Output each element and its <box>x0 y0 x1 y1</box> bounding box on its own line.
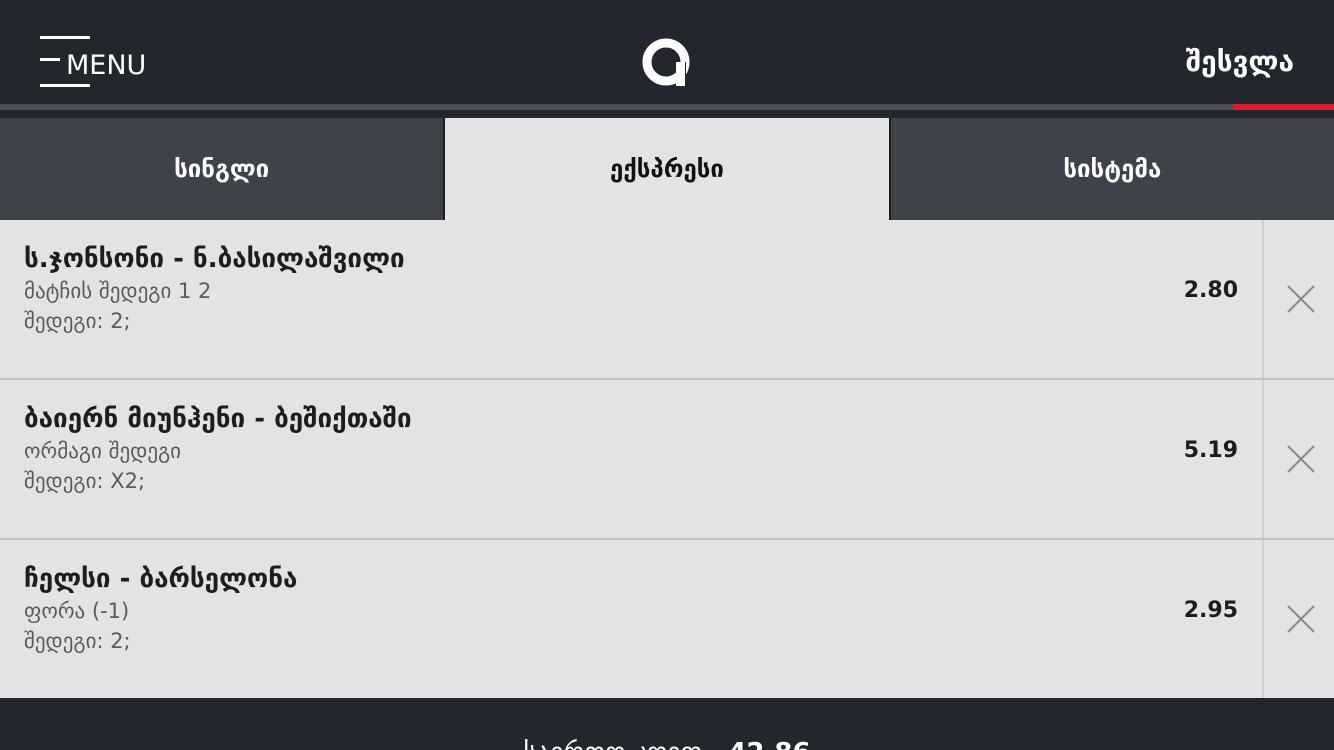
bet-outcome: შედეგი: 2; <box>24 309 131 333</box>
bet-outcome: შედეგი: X2; <box>24 469 146 493</box>
bet-details: ბაიერნ მიუნჰენი - ბეშიქთაში ორმაგი შედეგ… <box>24 402 412 496</box>
betslip-footer: საერთო კოეფ. 42.86 <box>0 698 1334 750</box>
bet-odds: 2.95 <box>1183 598 1238 623</box>
bet-odds: 5.19 <box>1183 438 1238 463</box>
total-odds-label: საერთო კოეფ. <box>523 738 710 750</box>
bet-market: ფორა (-1) <box>24 599 130 623</box>
total-odds: საერთო კოეფ. 42.86 <box>0 738 1334 750</box>
tab-single[interactable]: სინგლი <box>0 118 444 220</box>
remove-bet-button[interactable] <box>1262 220 1334 378</box>
bet-type-tabs: სინგლი ექსპრესი სისტემა <box>0 118 1334 220</box>
bet-match: ჩელსი - ბარსელონა <box>24 564 298 594</box>
bet-item: ჩელსი - ბარსელონა ფორა (-1) შედეგი: 2; 2… <box>0 540 1334 698</box>
menu-label: MENU <box>66 50 147 81</box>
login-button[interactable]: შესვლა <box>1186 42 1294 82</box>
menu-button[interactable]: MENU <box>40 36 160 90</box>
bet-market: მატჩის შედეგი 1 2 <box>24 279 212 303</box>
close-icon <box>1287 445 1315 473</box>
bet-market: ორმაგი შედეგი <box>24 439 182 463</box>
bet-list: ს.ჯონსონი - ნ.ბასილაშვილი მატჩის შედეგი … <box>0 220 1334 698</box>
bet-match: ბაიერნ მიუნჰენი - ბეშიქთაში <box>24 404 412 434</box>
bet-odds: 2.80 <box>1183 278 1238 303</box>
bet-details: ჩელსი - ბარსელონა ფორა (-1) შედეგი: 2; <box>24 562 297 656</box>
tab-express[interactable]: ექსპრესი <box>445 118 889 220</box>
total-odds-value: 42.86 <box>728 738 810 750</box>
close-icon <box>1287 605 1315 633</box>
top-header: MENU შესვლა <box>0 0 1334 104</box>
bet-match: ს.ჯონსონი - ნ.ბასილაშვილი <box>24 244 405 274</box>
brand-logo-icon[interactable] <box>639 33 695 89</box>
close-icon <box>1287 285 1315 313</box>
tab-system[interactable]: სისტემა <box>890 118 1334 220</box>
bet-item: ს.ჯონსონი - ნ.ბასილაშვილი მატჩის შედეგი … <box>0 220 1334 380</box>
betslip-screen: MENU შესვლა სინგლი ექსპრესი სისტემა ს.ჯო… <box>0 0 1334 750</box>
header-spacer <box>0 110 1334 118</box>
remove-bet-button[interactable] <box>1262 540 1334 698</box>
bet-outcome: შედეგი: 2; <box>24 629 131 653</box>
bet-item: ბაიერნ მიუნჰენი - ბეშიქთაში ორმაგი შედეგ… <box>0 380 1334 540</box>
bet-details: ს.ჯონსონი - ნ.ბასილაშვილი მატჩის შედეგი … <box>24 242 405 336</box>
remove-bet-button[interactable] <box>1262 380 1334 538</box>
